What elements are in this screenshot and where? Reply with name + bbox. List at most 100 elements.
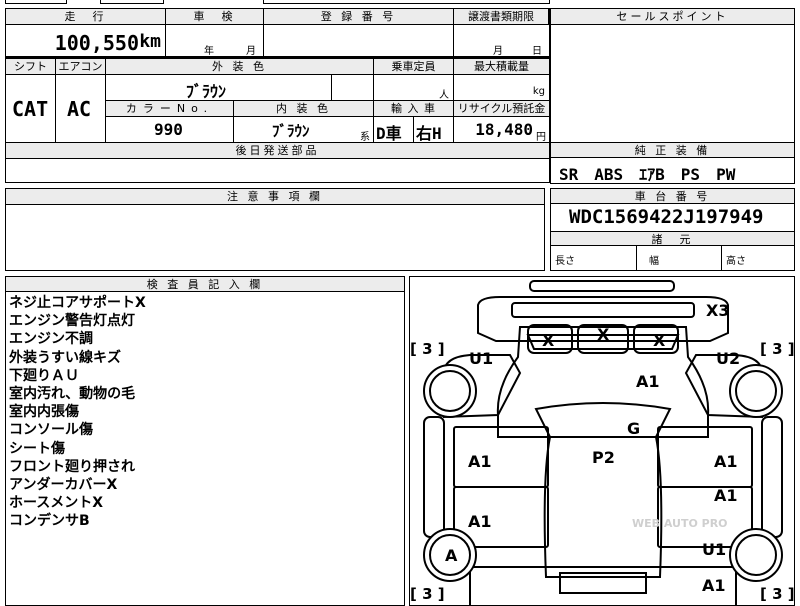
sales-points-label: セールスポイント — [551, 9, 794, 25]
mark-p2: P2 — [592, 448, 615, 467]
registration-cell — [264, 25, 454, 57]
sales-points-box: セールスポイント — [550, 8, 795, 143]
note-line: 室内汚れ、動物の毛 — [9, 386, 136, 403]
later-parts-label: 後日発送部品 — [6, 143, 549, 159]
mark-a1-rear: A1 — [702, 576, 726, 595]
top-fragment-mid — [100, 0, 164, 4]
registration-label: 登 録 番 号 — [264, 9, 454, 25]
transfer-month-unit: 月 — [493, 46, 503, 57]
recycle-cell: 18,480 円 — [454, 117, 549, 143]
transfer-docs-label: 譲渡書類期限 — [454, 9, 549, 25]
note-line: 室内内張傷 — [9, 404, 79, 421]
mark-x3: X3 — [706, 301, 729, 320]
length-cell: 長さ — [551, 246, 637, 270]
exterior-color-extra-cell — [332, 75, 374, 101]
import-handle-value: 右H — [416, 124, 442, 143]
mark-a1-right-door-mid: A1 — [714, 486, 738, 505]
exterior-color-label: 外 装 色 — [106, 59, 374, 75]
inspection-cell: 年 月 — [166, 25, 264, 57]
max-load-unit: kg — [532, 86, 545, 97]
header-table: 走 行 車 検 登 録 番 号 譲渡書類期限 100,550 km 年 月 月 … — [5, 8, 550, 58]
shift-value: CAT — [12, 97, 49, 121]
car-diagram: WEB AUTO PRO [ 3 ] [ 3 ] [ 3 ] [ 3 ] X3 … — [410, 280, 795, 605]
width-cell: 幅 — [637, 246, 722, 270]
top-fragment-left — [5, 0, 67, 4]
import-label: 輸 入 車 — [374, 101, 454, 117]
color-no-value: 990 — [154, 120, 183, 139]
transfer-docs-cell: 月 日 — [454, 25, 549, 57]
color-no-cell: 990 — [106, 117, 234, 143]
tire-tread-front-right: [ 3 ] — [760, 340, 795, 358]
chassis-value: WDC1569422J197949 — [569, 206, 764, 228]
mark-u2-front: U2 — [716, 349, 740, 368]
mark-u1-rear: U1 — [702, 540, 726, 559]
import-handle-cell: 右H — [414, 117, 454, 143]
width-label: 幅 — [649, 256, 659, 267]
inspector-box: 検 査 員 記 入 欄 ネジ止コアサポートX エンジン警告灯点灯 エンジン不調 … — [5, 276, 405, 606]
wheel-rear-right-inner — [735, 534, 777, 576]
height-label: 高さ — [726, 256, 746, 267]
top-fragment-mid2 — [263, 0, 550, 4]
note-line: 外装うすい線キズ — [9, 349, 121, 366]
tire-tread-rear-left: [ 3 ] — [410, 585, 445, 603]
cautions-label: 注 意 事 項 欄 — [6, 189, 544, 205]
skirt-left — [423, 416, 445, 538]
exterior-color-cell: ﾌﾞﾗｳﾝ — [106, 75, 332, 101]
import-dealer-value: D車 — [376, 124, 402, 143]
interior-color-label: 内 装 色 — [234, 101, 374, 117]
equipment-label: 純 正 装 備 — [551, 143, 794, 158]
wheel-front-right-inner — [735, 370, 777, 412]
note-line: エンジン警告灯点灯 — [9, 313, 135, 330]
mark-a1-left-door-front: A1 — [468, 452, 492, 471]
mark-x-right: X — [653, 331, 666, 350]
aircon-label: エアコン — [56, 59, 106, 75]
shift-label: シフト — [6, 59, 56, 75]
mark-x-mid: X — [597, 325, 610, 344]
capacity-label: 乗車定員 — [374, 59, 454, 75]
interior-color-cell: ﾌﾞﾗｳﾝ 系 — [234, 117, 374, 143]
aircon-value: AC — [67, 97, 92, 121]
height-cell: 高さ — [722, 246, 794, 270]
inspection-label: 車 検 — [166, 9, 264, 25]
note-line: コンデンサB — [9, 513, 90, 530]
note-line: フロント廻り押され — [9, 458, 135, 475]
inspector-notes: ネジ止コアサポートX エンジン警告灯点灯 エンジン不調 外装うすい線キズ 下廻り… — [9, 294, 146, 531]
note-line: 下廻りＡＵ — [9, 367, 79, 384]
tire-tread-rear-right: [ 3 ] — [760, 585, 795, 603]
mark-a-rear-wheel: A — [445, 546, 458, 565]
mark-a1-left-door-rear: A1 — [468, 512, 492, 531]
transfer-day-unit: 日 — [532, 46, 542, 57]
cautions-box: 注 意 事 項 欄 — [5, 188, 545, 271]
inspection-month-unit: 月 — [246, 46, 256, 57]
interior-color-value: ﾌﾞﾗｳﾝ — [272, 122, 310, 140]
capacity-unit: 人 — [439, 90, 449, 101]
watermark: WEB AUTO PRO — [632, 517, 728, 530]
mark-g: G — [627, 419, 640, 438]
import-dealer-cell: D車 — [374, 117, 414, 143]
car-diagram-box: WEB AUTO PRO [ 3 ] [ 3 ] [ 3 ] [ 3 ] X3 … — [409, 276, 795, 606]
mark-a1-right-door-front: A1 — [714, 452, 738, 471]
chassis-box: 車 台 番 号 WDC1569422J197949 諸 元 長さ 幅 高さ — [550, 188, 795, 271]
mark-x-left: X — [542, 331, 555, 350]
windshield — [534, 402, 672, 438]
tire-tread-front-left: [ 3 ] — [410, 340, 445, 358]
wheel-front-left-inner — [429, 370, 471, 412]
mileage-label: 走 行 — [6, 9, 166, 25]
front-grille — [511, 302, 695, 318]
shift-cell: CAT — [6, 75, 56, 143]
note-line: ネジ止コアサポートX — [9, 295, 146, 311]
aircon-cell: AC — [56, 75, 106, 143]
capacity-cell: 人 — [374, 75, 454, 101]
inspector-label: 検 査 員 記 入 欄 — [6, 277, 404, 292]
equipment-value: SR ABS ｴｱB PS PW — [559, 165, 736, 184]
note-line: アンダーカバーX — [9, 477, 118, 494]
max-load-label: 最大積載量 — [454, 59, 549, 75]
mark-a1-hood: A1 — [636, 372, 660, 391]
later-parts-cell — [6, 159, 549, 182]
max-load-cell: kg — [454, 75, 549, 101]
front-plate — [529, 280, 675, 292]
length-label: 長さ — [555, 256, 575, 267]
skirt-right — [761, 416, 783, 538]
note-line: エンジン不調 — [9, 331, 93, 348]
recycle-unit: 円 — [536, 132, 546, 143]
